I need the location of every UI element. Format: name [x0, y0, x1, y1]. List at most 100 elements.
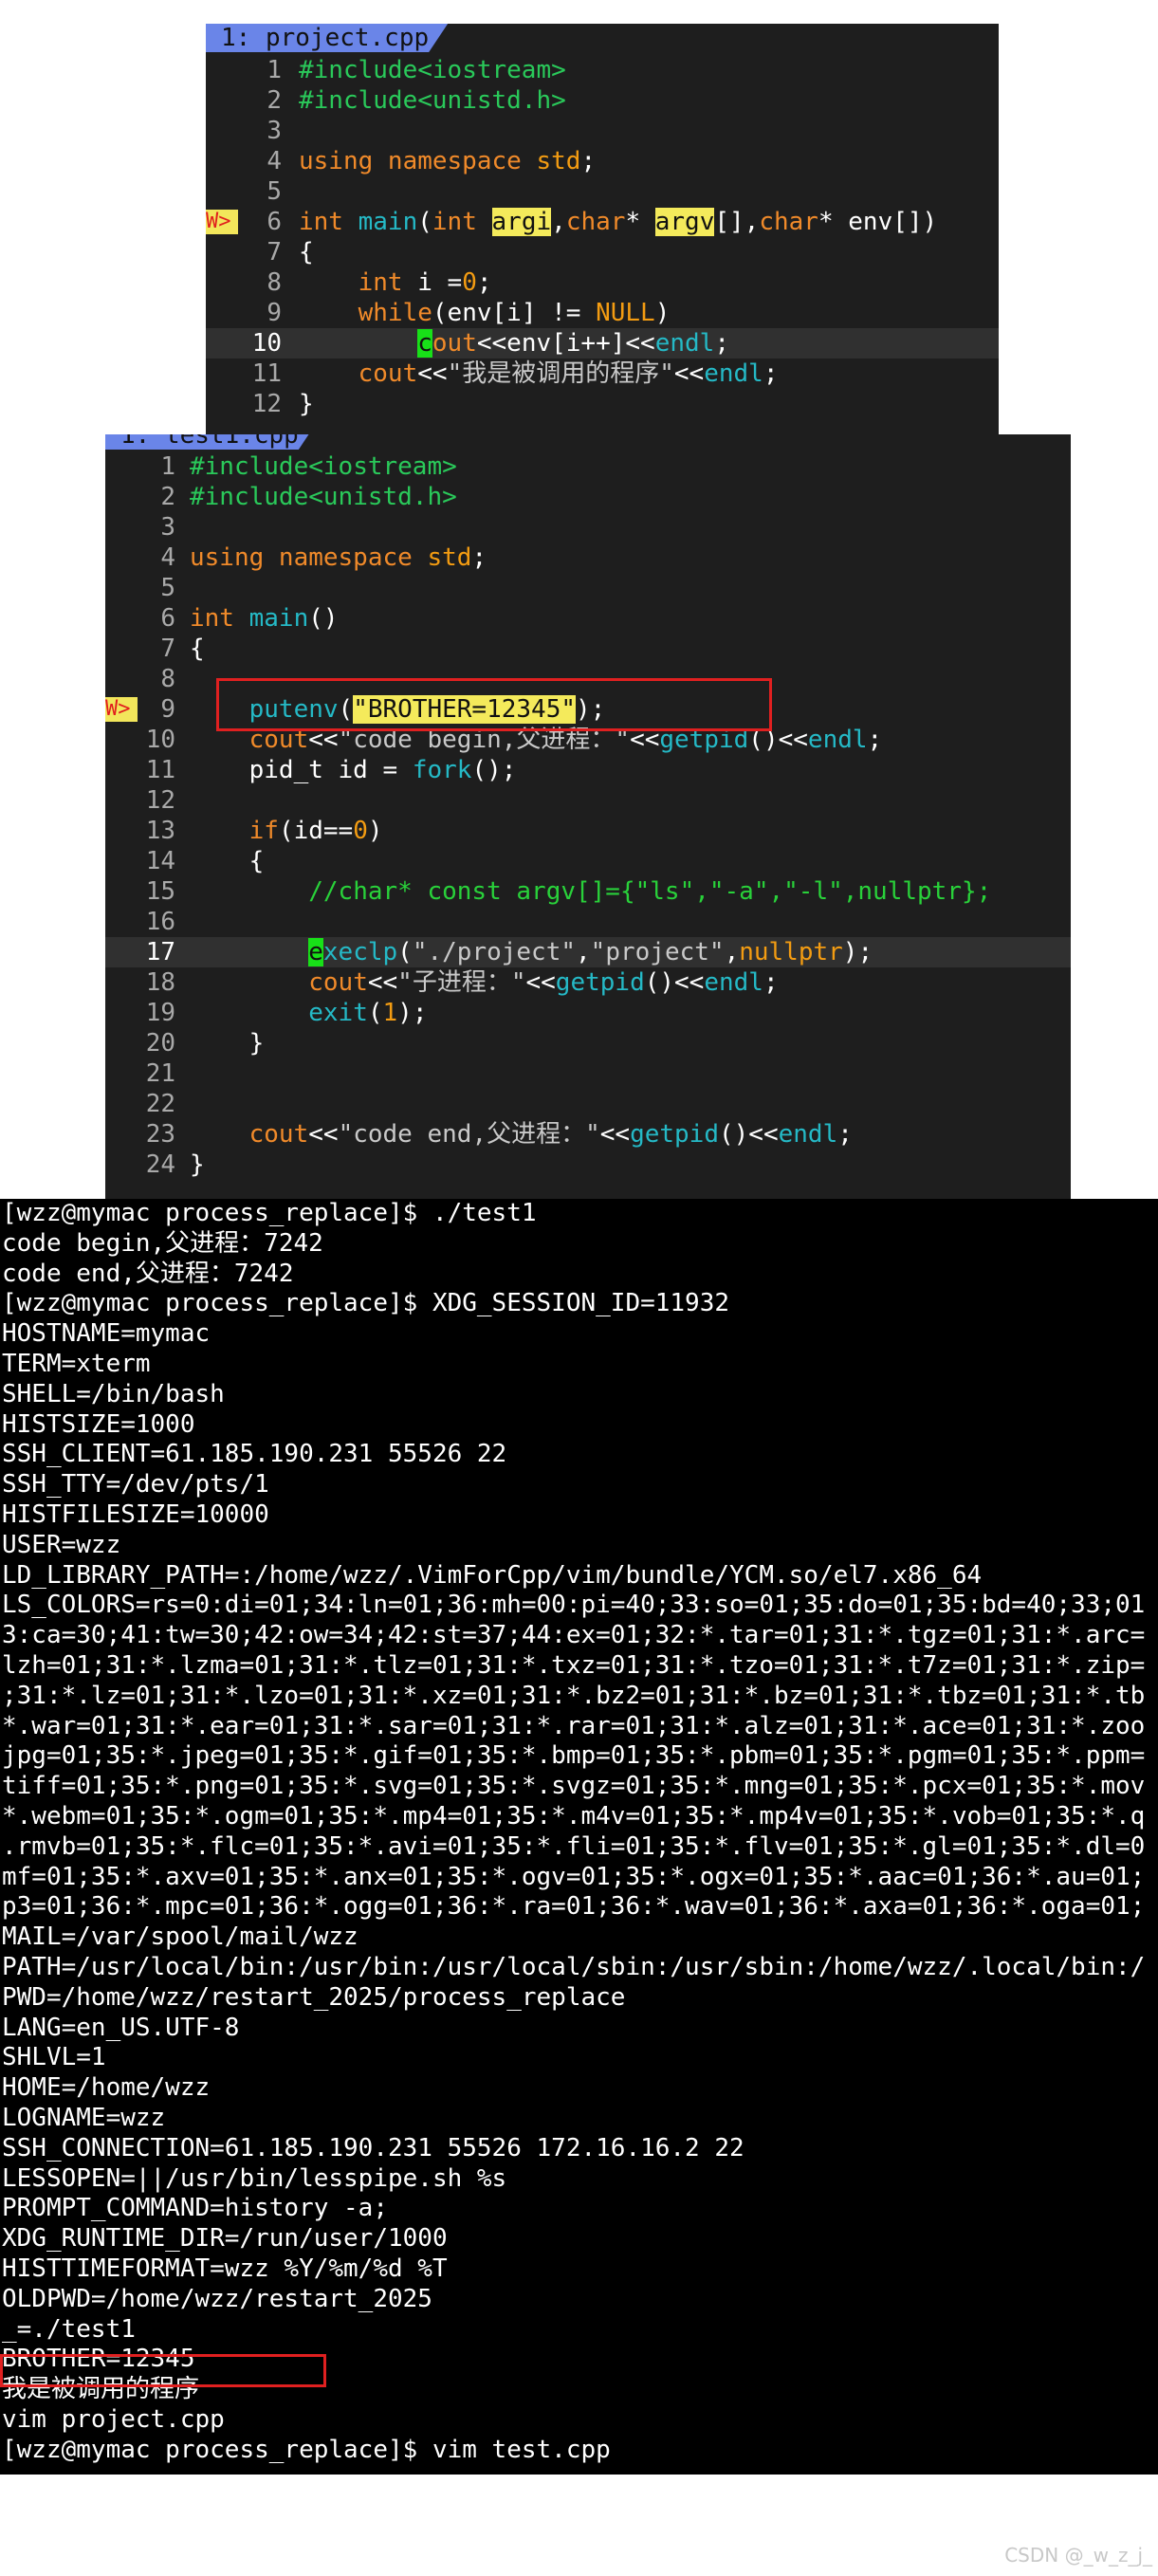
terminal-line: jpg=01;35:*.jpeg=01;35:*.gif=01;35:*.bmp… [2, 1741, 1146, 1771]
code-line[interactable]: 5 [206, 176, 999, 207]
code-line[interactable]: 7{ [206, 237, 999, 267]
line-number: 11 [145, 756, 175, 784]
code-line[interactable]: 10 cout<<env[i++]<<endl; [206, 328, 999, 359]
line-number: 13 [145, 817, 175, 845]
code-line[interactable]: 6 int main() [105, 603, 1071, 634]
code-text: cout<<env[i++]<<endl; [417, 329, 729, 358]
line-number: 2 [160, 483, 175, 511]
code-line[interactable]: 14 { [105, 846, 1071, 876]
code-line[interactable]: 1 #include<iostream> [105, 451, 1071, 482]
terminal-line: lzh=01;31:*.lzma=01;31:*.tlz=01;31:*.txz… [2, 1651, 1146, 1680]
code-line[interactable]: 9 while(env[i] != NULL) [206, 298, 999, 328]
code-line[interactable]: 15 //char* const argv[]={"ls","-a","-l",… [105, 876, 1071, 907]
code-text: cout<<"子进程："<<getpid()<<endl; [308, 968, 779, 997]
code-text: #include<iostream> [299, 56, 566, 84]
terminal-line: OLDPWD=/home/wzz/restart_2025 [2, 2284, 432, 2313]
line-number: 9 [267, 299, 282, 327]
code-line[interactable]: 7{ [105, 634, 1071, 664]
csdn-watermark: CSDN @_w_z_j_ [1004, 2544, 1152, 2567]
code-text: //char* const argv[]={"ls","-a","-l",nul… [308, 877, 992, 906]
line-number: 23 [145, 1120, 175, 1149]
terminal-line: SSH_TTY=/dev/pts/1 [2, 1470, 269, 1500]
terminal-line: LESSOPEN=||/usr/bin/lesspipe.sh %s [2, 2163, 507, 2193]
code-line[interactable]: 4 using namespace std; [105, 543, 1071, 573]
terminal-line: code begin,父进程：7242 [2, 1228, 323, 1258]
terminal-line: vim project.cpp [2, 2405, 225, 2434]
terminal-line: SSH_CONNECTION=61.185.190.231 55526 172.… [2, 2133, 744, 2162]
code-line[interactable]: W> 6 int main(int argi,char* argv[],char* … [206, 207, 999, 237]
code-line[interactable]: 12 [105, 785, 1071, 816]
code-line[interactable]: 17 execlp("./project","project",nullptr)… [105, 937, 1071, 967]
code-line[interactable]: 1 #include<iostream> [206, 55, 999, 85]
line-number: 4 [160, 543, 175, 572]
line-number: 5 [267, 177, 282, 206]
line-number: 24 [145, 1150, 175, 1179]
code-line[interactable]: 22 [105, 1089, 1071, 1119]
code-line[interactable]: 12} [206, 389, 999, 419]
terminal-line: *.war=01;31:*.ear=01;31:*.sar=01;31:*.ra… [2, 1711, 1146, 1740]
code-line[interactable]: 21 [105, 1058, 1071, 1089]
code-line[interactable]: 19 exit(1); [105, 998, 1071, 1028]
code-line[interactable]: 8 int i =0; [206, 267, 999, 298]
terminal-line: *.webm=01;35:*.ogm=01;35:*.mp4=01;35:*.m… [2, 1802, 1146, 1831]
code-line[interactable]: 13 if(id==0) [105, 816, 1071, 846]
terminal-output: [wzz@mymac process_replace]$ ./test1 code… [0, 1199, 1158, 2475]
line-number: 12 [251, 390, 282, 418]
code-text: exit(1); [308, 999, 428, 1027]
line-number: 20 [145, 1029, 175, 1058]
line-number: 9 [160, 695, 175, 724]
line-number: 1 [267, 56, 282, 84]
line-number: 8 [160, 665, 175, 693]
code-text: pid_t id = fork(); [190, 756, 517, 784]
editor-window-project-cpp: 1: project.cpp 1 #include<iostream> 2 #incl… [206, 24, 999, 434]
tab-test1-cpp[interactable]: 1: test1.cpp [105, 434, 318, 450]
code-text: { [190, 635, 205, 663]
line-number: 19 [145, 999, 175, 1027]
line-number: 22 [145, 1090, 175, 1118]
code-line[interactable]: 2 #include<unistd.h> [206, 85, 999, 116]
terminal-line: HOME=/home/wzz [2, 2073, 211, 2103]
code-line[interactable]: 11 cout<<"我是被调用的程序"<<endl; [206, 359, 999, 389]
terminal-line: code end,父进程：7242 [2, 1259, 294, 1288]
code-line[interactable]: 24} [105, 1150, 1071, 1180]
tab-project-cpp[interactable]: 1: project.cpp [206, 24, 448, 52]
editor-window-test1-cpp: 1: test1.cpp 1 #include<iostream> 2 #includ… [105, 434, 1071, 1199]
code-line[interactable]: 2 #include<unistd.h> [105, 482, 1071, 512]
terminal-line: _=./test1 [2, 2314, 136, 2344]
terminal-line: HISTTIMEFORMAT=wzz %Y/%m/%d %T [2, 2254, 448, 2283]
code-line[interactable]: 3 [105, 512, 1071, 543]
terminal-line: 3:ca=30;41:tw=30;42:ow=34;42:st=37;44:ex… [2, 1621, 1146, 1650]
line-number: 2 [267, 86, 282, 115]
code-line[interactable]: 18 cout<<"子进程："<<getpid()<<endl; [105, 967, 1071, 998]
line-number: 17 [145, 938, 175, 966]
code-line[interactable]: 16 [105, 907, 1071, 937]
code-line[interactable]: 23 cout<<"code end,父进程："<<getpid()<<endl… [105, 1119, 1071, 1150]
terminal-line: HOSTNAME=mymac [2, 1319, 211, 1349]
terminal-line: SHLVL=1 [2, 2043, 106, 2072]
code-line[interactable]: 11 pid_t id = fork(); [105, 755, 1071, 785]
code-line[interactable]: 3 [206, 116, 999, 146]
terminal-line: PWD=/home/wzz/restart_2025/process_repla… [2, 1982, 626, 2012]
code-line[interactable]: 20 } [105, 1028, 1071, 1058]
brother-highlight-box [0, 2354, 326, 2387]
code-text: cout<<"code end,父进程："<<getpid()<<endl; [248, 1120, 853, 1149]
terminal-line: [wzz@mymac process_replace]$ vim test.cp… [2, 2435, 611, 2464]
line-number: 12 [145, 786, 175, 815]
code-line[interactable]: 4 using namespace std; [206, 146, 999, 176]
code-text: #include<iostream> [190, 452, 457, 481]
terminal-line: tiff=01;35:*.png=01;35:*.svg=01;35:*.svg… [2, 1772, 1146, 1801]
terminal-line: LS_COLORS=rs=0:di=01;34:ln=01;36:mh=00:p… [2, 1591, 1146, 1620]
terminal-line: p3=01;36:*.mpc=01;36:*.ogg=01;36:*.ra=01… [2, 1892, 1146, 1922]
terminal-line: [wzz@mymac process_replace]$ ./test1 [2, 1199, 537, 1227]
line-number: 10 [145, 726, 175, 754]
code-line[interactable]: 5 [105, 573, 1071, 603]
code-text: while(env[i] != NULL) [358, 299, 671, 327]
line-number: 1 [160, 452, 175, 481]
code-text: #include<unistd.h> [299, 86, 566, 115]
line-number: 10 [251, 329, 282, 358]
line-number: 15 [145, 877, 175, 906]
line-number: 3 [267, 117, 282, 145]
terminal-line: TERM=xterm [2, 1350, 151, 1378]
code-text: if(id==0) [248, 817, 383, 845]
terminal-line: mf=01;35:*.axv=01;35:*.anx=01;35:*.ogv=0… [2, 1862, 1146, 1891]
